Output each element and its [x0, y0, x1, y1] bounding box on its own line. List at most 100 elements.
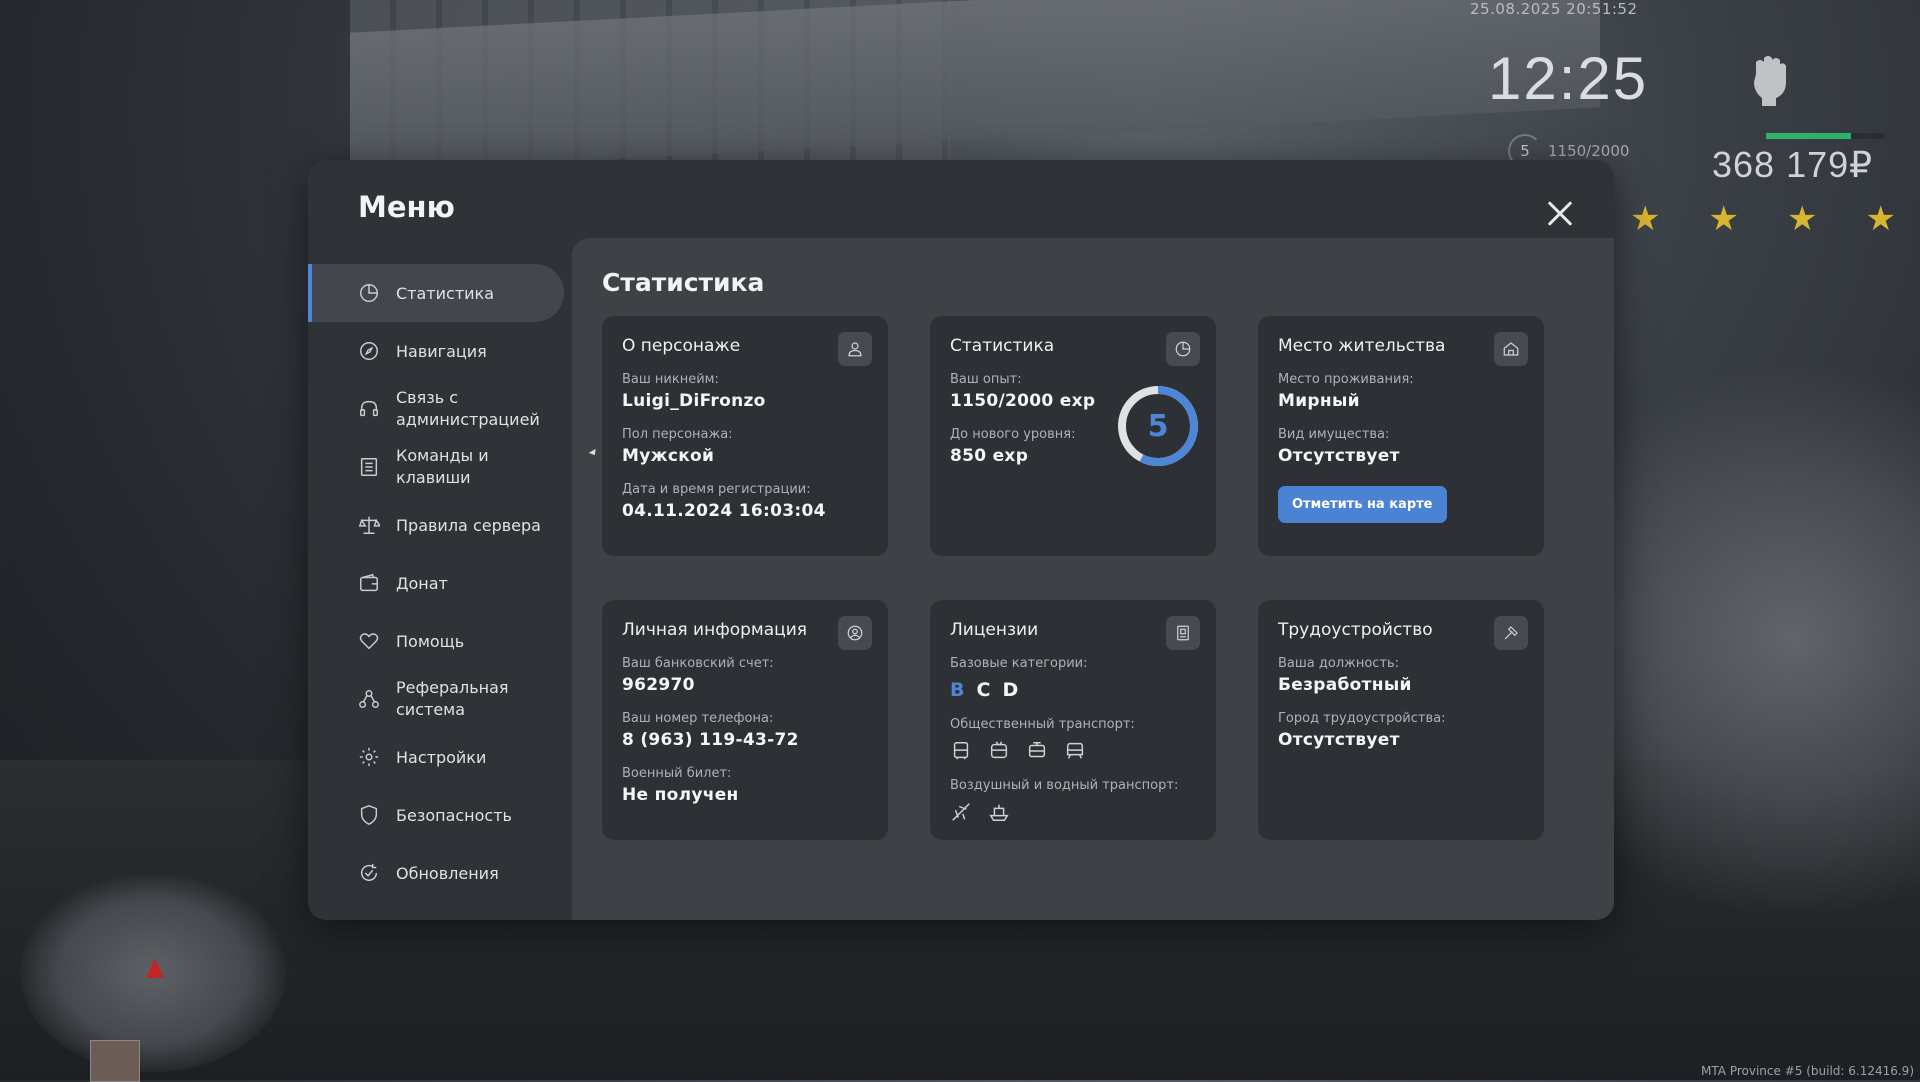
field-label: Ваша должность: — [1278, 656, 1400, 671]
train-icon — [1064, 740, 1086, 762]
license-icon — [1166, 616, 1200, 650]
user-circle-icon — [838, 616, 872, 650]
sidebar-item-admin-contact[interactable]: Связь с администрацией — [308, 380, 564, 438]
wanted-star-icon: ★ — [1786, 199, 1818, 239]
sidebar: Статистика Навигация Связь с администрац… — [308, 264, 564, 902]
card-title: О персонаже — [622, 336, 741, 356]
sidebar-item-label: Правила сервера — [396, 515, 541, 535]
refresh-icon — [358, 862, 380, 884]
handshake-heart-icon — [358, 630, 380, 652]
residence-value: Мирный — [1278, 391, 1360, 411]
hud-exp: 1150/2000 — [1548, 142, 1630, 160]
house-icon — [1494, 332, 1528, 366]
phone-value: 8 (963) 119-43-72 — [622, 730, 799, 750]
airplane-icon — [950, 801, 972, 823]
close-button[interactable] — [1540, 194, 1580, 234]
position-value: Безработный — [1278, 675, 1412, 695]
air-water-transport-icons — [950, 801, 1196, 823]
sidebar-item-label: Безопасность — [396, 805, 512, 825]
pie-chart-icon — [358, 282, 380, 304]
bus-icon — [950, 740, 972, 762]
sidebar-item-navigation[interactable]: Навигация — [308, 322, 564, 380]
network-icon — [358, 688, 380, 710]
field-label: Ваш никнейм: — [622, 372, 719, 387]
sidebar-item-label: Команды и клавиши — [396, 446, 489, 487]
sidebar-item-label: Реферальная система — [396, 678, 509, 719]
sidebar-item-security[interactable]: Безопасность — [308, 786, 564, 844]
nickname-value: Luigi_DiFronzo — [622, 391, 766, 411]
level-number: 5 — [1147, 408, 1169, 444]
card-personal: Личная информация Ваш банковский счет: 9… — [602, 600, 888, 840]
field-label: Ваш номер телефона: — [622, 711, 774, 726]
field-label: Дата и время регистрации: — [622, 482, 811, 497]
content-title: Статистика — [602, 268, 765, 297]
sidebar-item-rules[interactable]: Правила сервера — [308, 496, 564, 554]
military-value: Не получен — [622, 785, 739, 805]
menu-window: Меню Статистика Навигация Связь с админи… — [308, 160, 1614, 920]
field-label: Город трудоустройства: — [1278, 711, 1446, 726]
wanted-stars: ★ ★ ★ ★ — [1630, 202, 1896, 236]
sidebar-item-label: Связь с администрацией — [396, 388, 540, 429]
sidebar-item-commands[interactable]: Команды и клавиши — [308, 438, 564, 496]
field-label: Место проживания: — [1278, 372, 1414, 387]
registration-value: 04.11.2024 16:03:04 — [622, 501, 826, 521]
hammer-icon — [1494, 616, 1528, 650]
sidebar-item-donate[interactable]: Донат — [308, 554, 564, 612]
property-value: Отсутствует — [1278, 446, 1400, 466]
sidebar-item-label: Навигация — [396, 341, 487, 361]
card-licenses: Лицензии Базовые категории: B C D Общест… — [930, 600, 1216, 840]
license-category-c: C — [976, 679, 991, 701]
gender-value: Мужской — [622, 446, 715, 466]
sidebar-item-label: Помощь — [396, 631, 465, 651]
headset-icon — [358, 398, 380, 420]
boat-icon — [988, 801, 1010, 823]
sidebar-item-label: Статистика — [396, 283, 494, 303]
card-stats: Статистика Ваш опыт: 1150/2000 exp До но… — [930, 316, 1216, 556]
field-label: Воздушный и водный транспорт: — [950, 778, 1179, 793]
sidebar-item-help[interactable]: Помощь — [308, 612, 564, 670]
field-label: Вид имущества: — [1278, 427, 1390, 442]
sidebar-item-settings[interactable]: Настройки — [308, 728, 564, 786]
card-title: Трудоустройство — [1278, 620, 1433, 640]
wanted-star-icon: ★ — [1708, 199, 1739, 239]
trolleybus-icon — [988, 740, 1010, 762]
gear-icon — [358, 746, 380, 768]
sidebar-item-referral[interactable]: Реферальная система — [308, 670, 564, 728]
card-title: Статистика — [950, 336, 1055, 356]
card-character: О персонаже Ваш никнейм: Luigi_DiFronzo … — [602, 316, 888, 556]
wanted-star-icon: ★ — [1630, 199, 1661, 239]
field-label: Общественный транспорт: — [950, 717, 1135, 732]
build-info: MTA Province #5 (build: 6.12416.9) — [1701, 1064, 1914, 1078]
sidebar-item-label: Обновления — [396, 863, 499, 883]
card-residence: Место жительства Место проживания: Мирны… — [1258, 316, 1544, 556]
shield-icon — [358, 804, 380, 826]
public-transport-icons — [950, 740, 1196, 762]
sidebar-item-statistics[interactable]: Статистика — [308, 264, 564, 322]
player-arrow-icon — [146, 958, 164, 978]
tram-icon — [1026, 740, 1048, 762]
wallet-icon — [358, 572, 380, 594]
field-label: Пол персонажа: — [622, 427, 733, 442]
menu-title: Меню — [358, 190, 455, 224]
scales-icon — [358, 514, 382, 536]
license-category-d: D — [1002, 679, 1019, 701]
health-bar — [1766, 133, 1884, 139]
health-bar-fill — [1766, 133, 1851, 139]
sidebar-item-updates[interactable]: Обновления — [308, 844, 564, 902]
hud-date: 25.08.2025 20:51:52 — [1470, 0, 1638, 18]
user-icon — [838, 332, 872, 366]
pie-chart-icon — [1166, 332, 1200, 366]
field-label: Военный билет: — [622, 766, 732, 781]
license-categories: B C D — [950, 679, 1196, 701]
background-building-roof — [350, 0, 1600, 173]
hud-time: 12:25 — [1488, 45, 1649, 112]
fist-icon — [1748, 52, 1792, 108]
license-category-b: B — [950, 679, 965, 701]
card-title: Место жительства — [1278, 336, 1446, 356]
sidebar-item-label: Донат — [396, 573, 448, 593]
field-label: Базовые категории: — [950, 656, 1088, 671]
avatar — [90, 1040, 140, 1082]
list-icon — [358, 456, 380, 478]
mark-on-map-button[interactable]: Отметить на карте — [1278, 486, 1447, 523]
hud-money: 368 179₽ — [1712, 144, 1874, 185]
